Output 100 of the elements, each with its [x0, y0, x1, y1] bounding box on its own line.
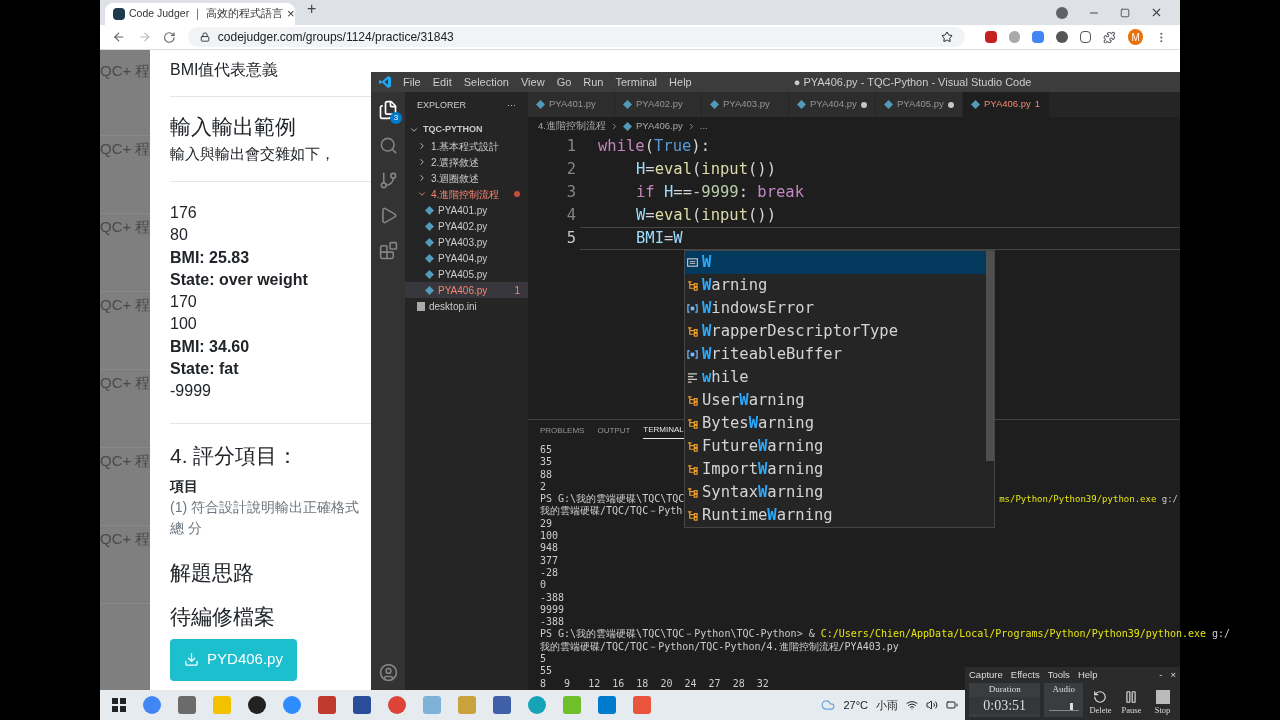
class-icon: [687, 395, 698, 406]
extension-icon[interactable]: [1055, 31, 1068, 43]
battery-icon[interactable]: [946, 699, 958, 711]
close-icon[interactable]: [1150, 6, 1163, 19]
menu-item[interactable]: Go: [556, 73, 572, 91]
terminal-line: 377: [540, 554, 559, 567]
workspace-title[interactable]: TQC-PYTHON: [423, 123, 483, 137]
tree-item[interactable]: 3.迴圈敘述: [405, 170, 528, 186]
menu-item[interactable]: Effects: [1010, 667, 1040, 683]
tree-item[interactable]: PYA405.py: [405, 266, 528, 282]
panel-tab[interactable]: OUTPUT: [597, 425, 631, 437]
close-button[interactable]: ×: [1170, 667, 1176, 683]
suggestion-item[interactable]: SyntaxWarning: [685, 481, 987, 504]
suggestion-item[interactable]: RuntimeWarning: [685, 504, 987, 527]
suggestion-item[interactable]: WriteableBuffer: [685, 343, 987, 366]
panel-tab[interactable]: TERMINAL: [643, 423, 684, 439]
suggestion-item[interactable]: UserWarning: [685, 389, 987, 412]
extension-icon[interactable]: [1079, 31, 1092, 43]
source-control-icon[interactable]: [378, 171, 398, 190]
audio-slider[interactable]: [1048, 702, 1079, 711]
scrollbar-thumb[interactable]: [986, 251, 994, 461]
download-icon: [184, 652, 200, 668]
editor-tab[interactable]: PYA403.py: [702, 92, 789, 117]
tree-item[interactable]: 1.基本程式設計: [405, 138, 528, 154]
menu-item[interactable]: Selection: [463, 73, 509, 91]
menu-item[interactable]: Terminal: [615, 73, 658, 91]
table-header: 項目: [170, 476, 199, 496]
class-icon: [687, 280, 698, 291]
python-file-icon: [536, 100, 545, 109]
editor-tab[interactable]: PYA406.py 1: [963, 92, 1050, 117]
breadcrumb-item[interactable]: 4.進階控制流程: [538, 118, 606, 134]
maximize-icon[interactable]: [1120, 7, 1130, 18]
back-icon[interactable]: [112, 30, 126, 44]
class-icon: [687, 510, 698, 521]
menu-item[interactable]: File: [403, 73, 421, 91]
tree-item[interactable]: PYA401.py: [405, 202, 528, 218]
menu-item[interactable]: Tools: [1047, 667, 1070, 683]
search-icon[interactable]: [378, 136, 398, 155]
menu-item[interactable]: Edit: [432, 73, 452, 91]
volume-icon[interactable]: [926, 699, 938, 711]
extension-icon[interactable]: [984, 31, 997, 43]
tree-item[interactable]: 2.選擇敘述: [405, 154, 528, 170]
wifi-icon[interactable]: [906, 699, 918, 711]
new-tab-button[interactable]: +: [307, 0, 317, 21]
extension-icon[interactable]: [1032, 31, 1044, 43]
suggestion-item[interactable]: WindowsError: [685, 297, 987, 320]
editor-tab[interactable]: PYA401.py: [528, 92, 615, 117]
breadcrumb-item[interactable]: PYA406.py: [635, 118, 683, 134]
extensions-icon[interactable]: [378, 241, 398, 260]
browser-tab[interactable]: Code Judger ｜ 高效的程式語言 ×: [105, 3, 295, 25]
suggestion-item[interactable]: FutureWarning: [685, 435, 987, 458]
windows-logo-icon[interactable]: [112, 698, 126, 712]
suggestion-item[interactable]: while: [685, 366, 987, 389]
menu-item[interactable]: View: [520, 73, 545, 91]
tree-item[interactable]: PYA406.py 1: [405, 282, 528, 298]
terminal-line: 8 9 12 16 18 20 24 27 28 32: [540, 677, 769, 690]
explorer-icon[interactable]: [378, 100, 398, 120]
tree-item[interactable]: desktop.ini: [405, 298, 528, 314]
app-icon[interactable]: [493, 696, 511, 714]
menu-item[interactable]: Capture: [969, 667, 1003, 683]
profile-dropdown-icon[interactable]: [1056, 6, 1068, 19]
weather-text[interactable]: 小雨: [876, 696, 898, 714]
terminal-line: 2: [540, 480, 547, 494]
menu-item[interactable]: Help: [1077, 667, 1098, 683]
suggestion-item[interactable]: ImportWarning: [685, 458, 987, 481]
terminal-line: 我的雲端硬碟/TQC/TQC－Pyth: [540, 505, 683, 518]
tree-item[interactable]: PYA402.py: [405, 218, 528, 234]
address-bar[interactable]: codejudger.com/groups/1124/practice/31843: [187, 27, 965, 47]
editor-tab[interactable]: PYA404.py: [789, 92, 876, 117]
suggestion-item[interactable]: BytesWarning: [685, 412, 987, 435]
tree-item[interactable]: PYA404.py: [405, 250, 528, 266]
suggestion-item[interactable]: Warning: [685, 274, 987, 297]
extensions-icon[interactable]: [1103, 30, 1116, 44]
tree-item[interactable]: PYA403.py: [405, 234, 528, 250]
app-icon[interactable]: [353, 696, 371, 714]
menu-item[interactable]: Help: [669, 73, 692, 91]
app-icon[interactable]: [178, 696, 196, 714]
round-app-icon[interactable]: [248, 696, 266, 714]
python-file-icon: [622, 121, 632, 131]
weather-icon[interactable]: [821, 698, 836, 712]
delete-button[interactable]: Delete: [1086, 683, 1114, 717]
suggestion-item[interactable]: W: [685, 251, 987, 274]
tree-item[interactable]: 4.進階控制流程: [405, 186, 528, 202]
sample-line: 170: [170, 292, 198, 313]
editor-tab[interactable]: PYA405.py: [876, 92, 963, 117]
account-icon[interactable]: [378, 663, 398, 682]
bookmark-star-icon[interactable]: [940, 31, 953, 43]
tab-close-button[interactable]: ×: [286, 4, 295, 24]
breadcrumb-item[interactable]: ...: [699, 118, 708, 134]
menu-item[interactable]: Run: [583, 73, 604, 91]
editor-tab[interactable]: PYA402.py: [615, 92, 702, 117]
panel-tab[interactable]: PROBLEMS: [540, 425, 585, 437]
suggestion-item[interactable]: WrapperDescriptorType: [685, 320, 987, 343]
reload-icon[interactable]: [163, 30, 176, 44]
terminal-line: 65: [540, 444, 553, 457]
pause-button[interactable]: Pause: [1118, 683, 1145, 717]
stop-button[interactable]: Stop: [1149, 683, 1176, 717]
temperature-text[interactable]: 27°C: [843, 696, 868, 714]
more-actions-button[interactable]: ···: [507, 99, 516, 113]
sample-line: 176: [170, 203, 198, 223]
